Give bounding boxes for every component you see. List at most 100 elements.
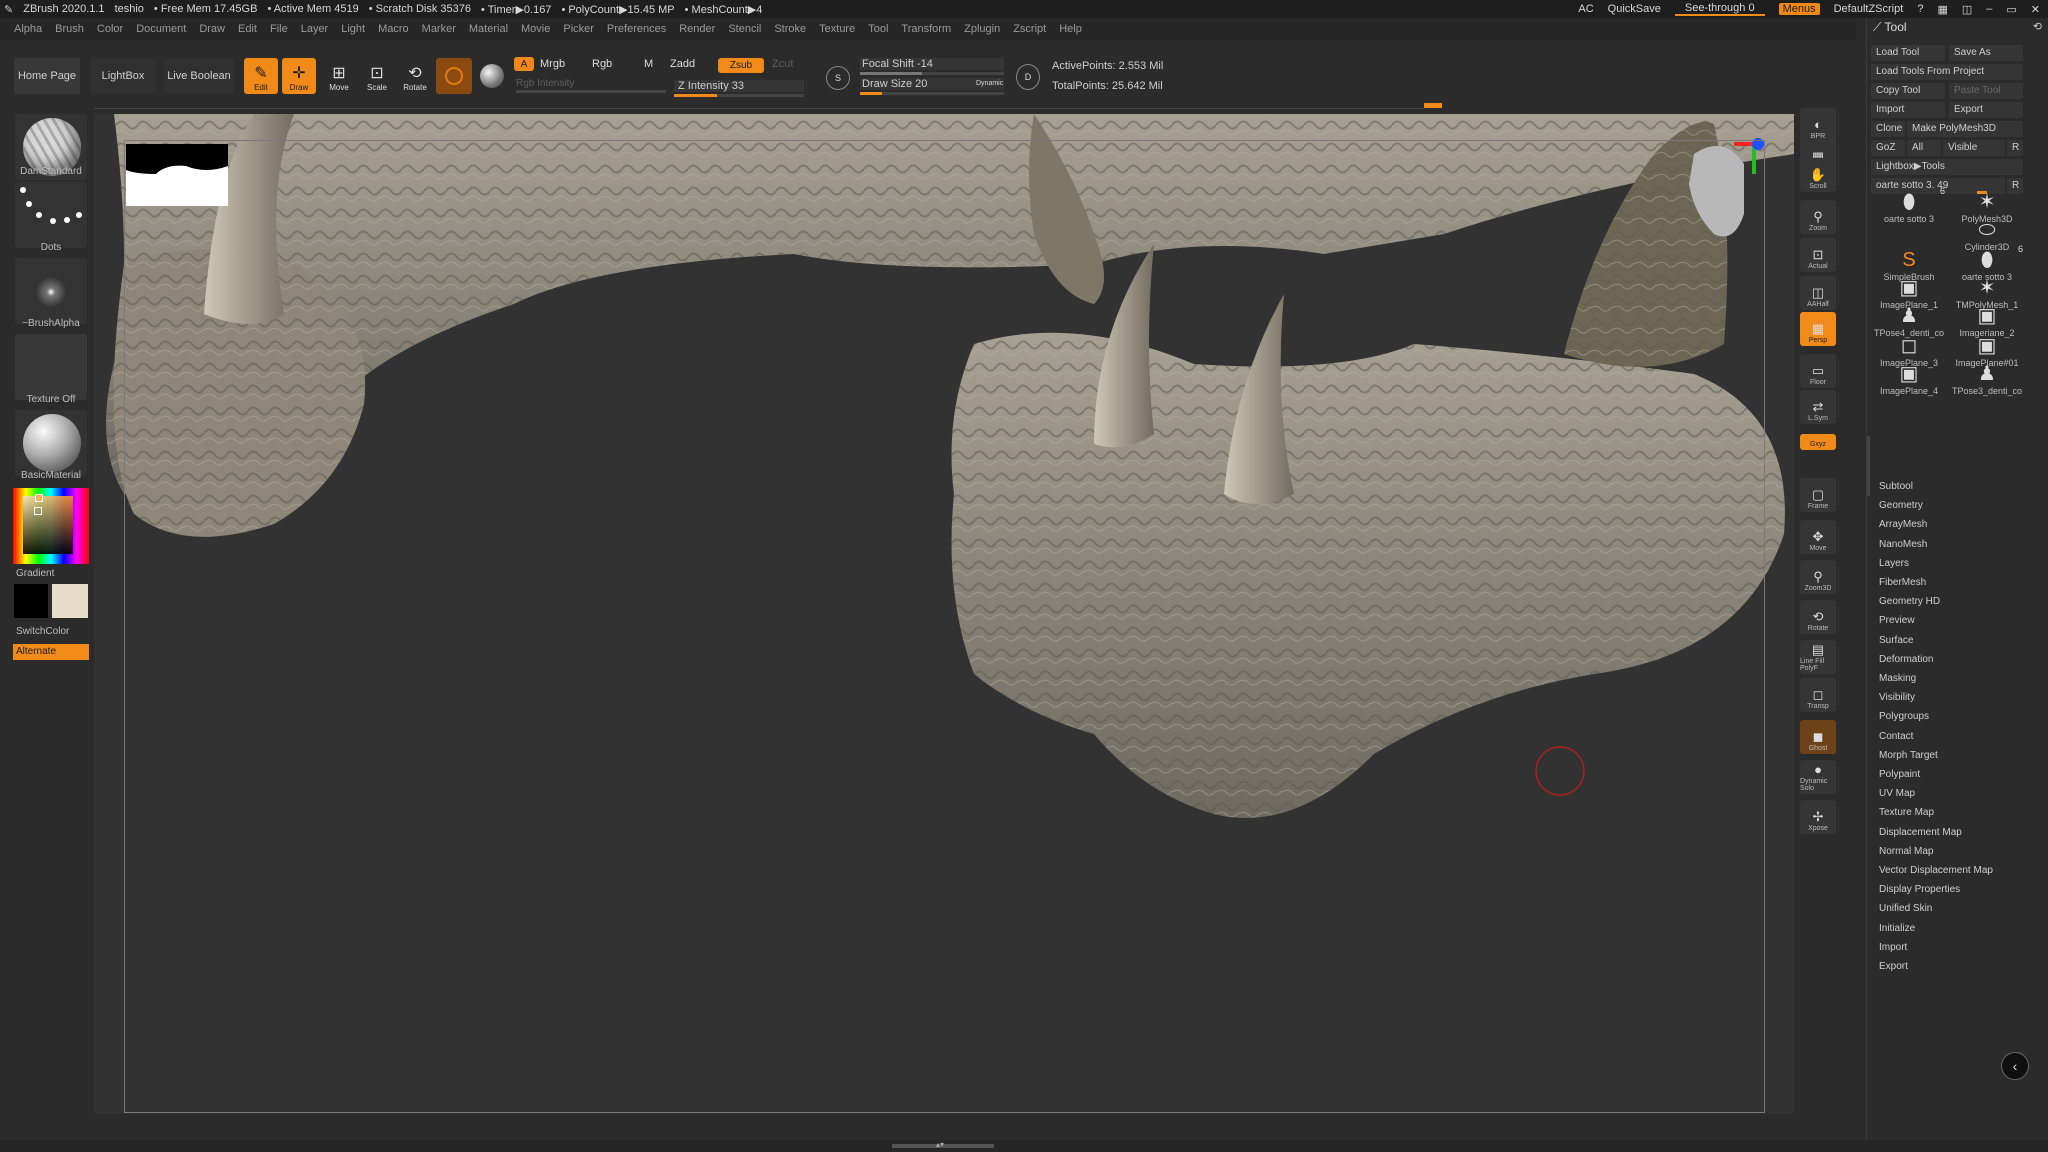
rgb-toggle[interactable]: Rgb xyxy=(592,58,612,70)
color-picker[interactable] xyxy=(13,488,89,564)
minimize-icon[interactable]: – xyxy=(1986,3,1992,15)
shelf-aahalf-button[interactable]: ◫ AAHalf xyxy=(1800,276,1836,310)
paste-tool-button[interactable]: Paste Tool xyxy=(1949,83,2023,99)
menu-draw[interactable]: Draw xyxy=(199,23,225,35)
bottom-tray-arrow-icon[interactable]: ▴▾ xyxy=(936,1140,944,1149)
menu-help[interactable]: Help xyxy=(1059,23,1082,35)
shelf-persp-button[interactable]: ▦ Persp xyxy=(1800,312,1836,346)
timeline-marker[interactable] xyxy=(1424,103,1442,108)
quicksave-button[interactable]: QuickSave xyxy=(1608,3,1661,15)
tool-menu-normal-map[interactable]: Normal Map xyxy=(1879,846,1933,857)
scale-button[interactable]: ⊡ Scale xyxy=(360,58,394,94)
menu-zscript[interactable]: Zscript xyxy=(1013,23,1046,35)
tool-menu-subtool[interactable]: Subtool xyxy=(1879,481,1913,492)
dynamic-toggle[interactable]: Dynamic xyxy=(976,80,1003,87)
tool-menu-morph-target[interactable]: Morph Target xyxy=(1879,750,1938,761)
zadd-toggle[interactable]: Zadd xyxy=(670,58,695,70)
rotate-button[interactable]: ⟲ Rotate xyxy=(398,58,432,94)
tool-menu-vector-displacement-map[interactable]: Vector Displacement Map xyxy=(1879,865,1993,876)
tool-thumb-oarte-sotto-3[interactable]: ⬮ oarte sotto 36 xyxy=(1871,186,1947,224)
shelf-line-fill-polyf-button[interactable]: ▤ Line Fill PolyF xyxy=(1800,640,1836,674)
menu-preferences[interactable]: Preferences xyxy=(607,23,666,35)
alternate-button[interactable]: Alternate xyxy=(13,644,89,660)
menu-edit[interactable]: Edit xyxy=(238,23,257,35)
close-icon[interactable]: ✕ xyxy=(2031,3,2040,16)
menu-file[interactable]: File xyxy=(270,23,288,35)
pin-icon[interactable]: ⟋ xyxy=(1873,20,1881,34)
color-picker-square[interactable] xyxy=(23,496,73,554)
save-as-button[interactable]: Save As xyxy=(1949,45,2023,61)
tool-menu-arraymesh[interactable]: ArrayMesh xyxy=(1879,519,1927,530)
tool-menu-unified-skin[interactable]: Unified Skin xyxy=(1879,903,1932,914)
menu-picker[interactable]: Picker xyxy=(563,23,594,35)
tool-thumb-tpose3-denti-co[interactable]: ♟ TPose3_denti_co xyxy=(1949,358,2025,396)
draw-size-track[interactable] xyxy=(860,92,1004,95)
lightbox-button[interactable]: LightBox xyxy=(90,58,156,94)
stroke-picker[interactable] xyxy=(15,182,87,248)
shelf-xpose-button[interactable]: ✢ Xpose xyxy=(1800,800,1836,834)
lightbox-tools-button[interactable]: Lightbox▶Tools xyxy=(1871,159,2023,175)
a-toggle[interactable]: A xyxy=(514,57,534,71)
shelf-frame-button[interactable]: ▢ Frame xyxy=(1800,478,1836,512)
shelf-gxyz-button[interactable]: Gxyz xyxy=(1800,434,1836,450)
help-icon[interactable]: ? xyxy=(1917,3,1923,15)
tool-menu-visibility[interactable]: Visibility xyxy=(1879,692,1915,703)
default-zscript[interactable]: DefaultZScript xyxy=(1834,3,1904,15)
menu-marker[interactable]: Marker xyxy=(422,23,456,35)
tool-menu-export[interactable]: Export xyxy=(1879,961,1908,972)
tool-menu-fibermesh[interactable]: FiberMesh xyxy=(1879,577,1926,588)
dock-icon[interactable]: ⟲ xyxy=(2033,20,2042,33)
menu-transform[interactable]: Transform xyxy=(901,23,951,35)
menus-button[interactable]: Menus xyxy=(1778,3,1820,15)
goz-all-button[interactable]: All xyxy=(1907,140,1941,156)
menu-tool[interactable]: Tool xyxy=(868,23,888,35)
primary-color-swatch[interactable] xyxy=(14,584,48,618)
switch-color-button[interactable]: SwitchColor xyxy=(16,626,88,637)
panel-scrollbar[interactable] xyxy=(1867,436,1870,496)
tool-menu-polypaint[interactable]: Polypaint xyxy=(1879,769,1920,780)
menu-light[interactable]: Light xyxy=(341,23,365,35)
menu-alpha[interactable]: Alpha xyxy=(14,23,42,35)
tool-menu-surface[interactable]: Surface xyxy=(1879,635,1913,646)
timeline-track[interactable] xyxy=(94,108,1424,109)
export-button[interactable]: Export xyxy=(1949,102,2023,118)
menu-stencil[interactable]: Stencil xyxy=(728,23,761,35)
tool-menu-nanomesh[interactable]: NanoMesh xyxy=(1879,539,1927,550)
menu-color[interactable]: Color xyxy=(97,23,123,35)
tool-menu-initialize[interactable]: Initialize xyxy=(1879,923,1915,934)
tool-menu-layers[interactable]: Layers xyxy=(1879,558,1909,569)
home-page-button[interactable]: Home Page xyxy=(14,58,80,94)
collapse-panel-icon[interactable]: ‹ xyxy=(2001,1052,2029,1080)
tool-menu-display-properties[interactable]: Display Properties xyxy=(1879,884,1960,895)
tool-menu-preview[interactable]: Preview xyxy=(1879,615,1915,626)
tool-menu-displacement-map[interactable]: Displacement Map xyxy=(1879,827,1962,838)
palette-icon[interactable]: ◫ xyxy=(1962,3,1972,16)
tool-menu-contact[interactable]: Contact xyxy=(1879,731,1913,742)
goz-button[interactable]: GoZ xyxy=(1871,140,1905,156)
menu-macro[interactable]: Macro xyxy=(378,23,409,35)
move-button[interactable]: ⊞ Move xyxy=(322,58,356,94)
rgb-intensity-track[interactable] xyxy=(516,90,666,93)
shelf-rotate-button[interactable]: ⟲ Rotate xyxy=(1800,600,1836,634)
material-sphere-button[interactable] xyxy=(476,58,508,94)
tool-menu-geometry-hd[interactable]: Geometry HD xyxy=(1879,596,1940,607)
make-polymesh3d-button[interactable]: Make PolyMesh3D xyxy=(1907,121,2023,137)
brush-tip-button[interactable] xyxy=(436,58,472,94)
menu-movie[interactable]: Movie xyxy=(521,23,550,35)
material-picker[interactable] xyxy=(15,410,87,476)
see-through-slider[interactable]: See-through 0 xyxy=(1674,2,1765,16)
mrgb-toggle[interactable]: Mrgb xyxy=(540,58,565,70)
import-button[interactable]: Import xyxy=(1871,102,1945,118)
maximize-icon[interactable]: ▭ xyxy=(2006,3,2016,16)
focal-shift-track[interactable] xyxy=(860,72,1004,75)
menu-render[interactable]: Render xyxy=(679,23,715,35)
ac-button[interactable]: AC xyxy=(1578,3,1593,15)
shelf-move-button[interactable]: ✥ Move xyxy=(1800,520,1836,554)
shelf-zoom3d-button[interactable]: ⚲ Zoom3D xyxy=(1800,560,1836,594)
shelf-scroll-button[interactable]: ✋ Scroll xyxy=(1800,158,1836,192)
shelf-ghost-button[interactable]: ◼ Ghost xyxy=(1800,720,1836,754)
tool-thumb-imageplane-4[interactable]: ▣ ImagePlane_4 xyxy=(1871,358,1947,396)
menu-document[interactable]: Document xyxy=(136,23,186,35)
shelf-l-sym-button[interactable]: ⇄ L.Sym xyxy=(1800,390,1836,424)
shelf-transp-button[interactable]: ◻ Transp xyxy=(1800,678,1836,712)
